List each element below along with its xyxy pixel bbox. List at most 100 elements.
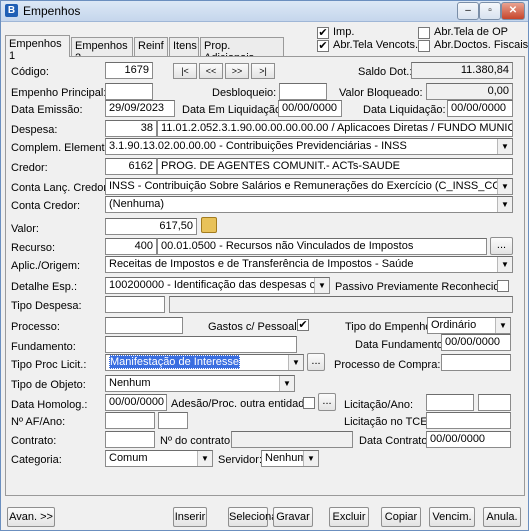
tipo-empenho-select[interactable]: Ordinário ▼	[427, 317, 511, 334]
fundamento-input[interactable]	[105, 336, 297, 353]
aplic-origem-value: Receitas de Impostos e de Transferência …	[109, 258, 414, 270]
data-contrato-input[interactable]: 00/00/0000	[426, 431, 511, 448]
saldo-label: Saldo Dot.:	[358, 66, 413, 78]
complem-elemento-label: Complem. Elemento:	[11, 142, 114, 154]
af-ano-input[interactable]	[158, 412, 188, 429]
vencim-button[interactable]: Vencim.	[429, 507, 475, 527]
tab-empenhos-2[interactable]: Empenhos 2	[71, 37, 133, 64]
anula-button[interactable]: Anula.	[483, 507, 521, 527]
gravar-button[interactable]: Gravar	[273, 507, 313, 527]
complem-elemento-select[interactable]: 3.1.90.13.02.00.00.00 - Contribuições Pr…	[105, 138, 513, 155]
recurso-label: Recurso:	[11, 242, 56, 254]
n-af-input[interactable]	[105, 412, 155, 429]
abr-doctos-checkbox[interactable]	[418, 40, 430, 52]
codigo-input[interactable]: 1679	[105, 62, 153, 79]
abr-tela-op-checkbox[interactable]	[418, 27, 430, 39]
tab-prop-adicionais[interactable]: Prop. Adicionais	[200, 37, 284, 64]
n-af-ano-label: Nº AF/Ano:	[11, 416, 66, 428]
chevron-down-icon[interactable]: ▼	[288, 355, 303, 370]
despesa-desc-field[interactable]: 11.01.2.052.3.1.90.00.00.00.00.00 / Apli…	[157, 120, 513, 137]
tipo-proc-lookup-button[interactable]: ...	[307, 353, 325, 371]
conta-lanc-credor-label: Conta Lanç. Credor:	[11, 182, 111, 194]
conta-credor-select[interactable]: (Nenhuma) ▼	[105, 196, 513, 213]
chevron-down-icon[interactable]: ▼	[497, 257, 512, 272]
chevron-down-icon[interactable]: ▼	[497, 197, 512, 212]
credor-name-field[interactable]: PROG. DE AGENTES COMUNIT.- ACTs-SAUDE	[157, 158, 513, 175]
contrato-label: Contrato:	[11, 435, 57, 447]
processo-compra-input[interactable]	[441, 354, 511, 371]
codigo-label: Código:	[11, 66, 49, 78]
licitacao-tce-input[interactable]	[426, 412, 511, 429]
servidor-select[interactable]: Nenhum ▼	[261, 450, 319, 467]
lock-icon[interactable]	[201, 217, 217, 233]
tab-reinf[interactable]: Reinf	[134, 37, 168, 56]
recurso-code-input[interactable]: 400	[105, 238, 157, 255]
passivo-checkbox[interactable]	[497, 280, 509, 292]
excluir-button[interactable]: Excluir	[329, 507, 369, 527]
aplic-origem-select[interactable]: Receitas de Impostos e de Transferência …	[105, 256, 513, 273]
empenhos-window: B Empenhos – ▫ ✕ ✔ Imp. ✔ Abr.Tela Venco…	[0, 0, 529, 531]
tipo-objeto-select[interactable]: Nenhum ▼	[105, 375, 295, 392]
chevron-down-icon[interactable]: ▼	[497, 139, 512, 154]
close-button[interactable]: ✕	[501, 2, 525, 20]
chevron-down-icon[interactable]: ▼	[495, 318, 510, 333]
categoria-select[interactable]: Comum ▼	[105, 450, 213, 467]
desbloqueio-input[interactable]	[279, 83, 327, 100]
licitacao-ano-label: Licitação/Ano:	[344, 399, 414, 411]
adesao-checkbox[interactable]	[303, 397, 315, 409]
detalhe-esp-select[interactable]: 100200000 - Identificação das despesas c…	[105, 277, 330, 294]
imp-checkbox[interactable]: ✔	[317, 27, 329, 39]
despesa-code-input[interactable]: 38	[105, 120, 157, 137]
processo-input[interactable]	[105, 317, 183, 334]
chevron-down-icon[interactable]: ▼	[497, 179, 512, 194]
chevron-down-icon[interactable]: ▼	[303, 451, 318, 466]
gastos-pessoal-checkbox[interactable]: ✔	[297, 319, 309, 331]
contrato-input[interactable]	[105, 431, 155, 448]
avan-button[interactable]: Avan. >>	[7, 507, 55, 527]
chevron-down-icon[interactable]: ▼	[279, 376, 294, 391]
credor-label: Credor:	[11, 162, 48, 174]
next-record-button[interactable]: >>	[225, 63, 249, 79]
data-fundamento-input[interactable]: 00/00/0000	[441, 334, 511, 351]
recurso-desc-field[interactable]: 00.01.0500 - Recursos não Vinculados de …	[157, 238, 487, 255]
licitacao-ano-input[interactable]	[478, 394, 511, 411]
chevron-down-icon[interactable]: ▼	[314, 278, 329, 293]
inserir-button[interactable]: Inserir	[173, 507, 207, 527]
saldo-dot-field: 11.380,84	[411, 62, 513, 79]
recurso-lookup-button[interactable]: ...	[490, 237, 513, 255]
licitacao-tce-label: Licitação no TCE:	[344, 416, 431, 428]
data-em-liquidacao-label: Data Em Liquidação:	[182, 104, 285, 116]
tipo-proc-licit-value: Manifestação de Interesse	[109, 355, 241, 369]
tab-itens[interactable]: Itens	[169, 37, 199, 56]
data-contrato-label: Data Contrato:	[359, 435, 431, 447]
last-record-button[interactable]: >|	[251, 63, 275, 79]
data-emissao-input[interactable]: 29/09/2023	[105, 100, 175, 117]
abr-tela-vencto-checkbox[interactable]: ✔	[317, 40, 329, 52]
imp-label: Imp.	[333, 26, 355, 38]
adesao-lookup-button[interactable]: ...	[318, 393, 336, 411]
maximize-button[interactable]: ▫	[479, 2, 501, 20]
credor-code-input[interactable]: 6162	[105, 158, 157, 175]
previous-record-button[interactable]: <<	[199, 63, 223, 79]
tab-empenhos-1[interactable]: Empenhos 1	[5, 35, 70, 62]
data-liquidacao-input[interactable]: 00/00/0000	[447, 100, 513, 117]
conta-credor-value: (Nenhuma)	[109, 198, 165, 210]
minimize-button[interactable]: –	[457, 2, 479, 20]
data-homolog-input[interactable]: 00/00/0000	[105, 394, 167, 411]
empenho-principal-input[interactable]	[105, 83, 153, 100]
selecionar-button[interactable]: Selecionar	[228, 507, 281, 527]
data-homolog-label: Data Homolog.:	[11, 399, 88, 411]
empenho-principal-label: Empenho Principal:	[11, 87, 107, 99]
despesa-label: Despesa:	[11, 124, 58, 136]
copiar-button[interactable]: Copiar	[381, 507, 421, 527]
chevron-down-icon[interactable]: ▼	[197, 451, 212, 466]
licitacao-input[interactable]	[426, 394, 474, 411]
first-record-button[interactable]: |<	[173, 63, 197, 79]
window-title: Empenhos	[23, 4, 81, 18]
tipo-despesa-code-input[interactable]	[105, 296, 165, 313]
valor-input[interactable]: 617,50	[105, 218, 197, 235]
processo-compra-label: Processo de Compra:	[334, 359, 441, 371]
conta-lanc-credor-select[interactable]: INSS - Contribuição Sobre Salários e Rem…	[105, 178, 513, 195]
data-em-liquidacao-input[interactable]: 00/00/0000	[278, 100, 342, 117]
tipo-proc-licit-select[interactable]: Manifestação de Interesse ▼	[105, 354, 304, 371]
